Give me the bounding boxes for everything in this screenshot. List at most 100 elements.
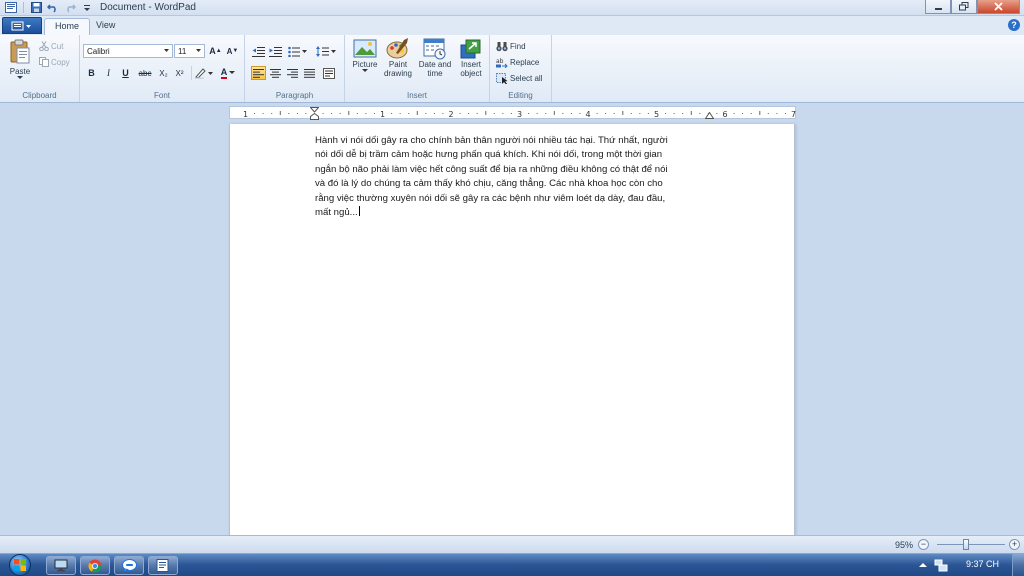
insert-object-button[interactable]: Insert object (454, 38, 488, 78)
show-hidden-icons-chevron-icon[interactable] (919, 562, 927, 568)
text-line: và đó là lý do chúng ta cảm thấy khó chị… (315, 178, 663, 190)
tab-view[interactable]: View (86, 18, 125, 35)
picture-label: Picture (352, 60, 378, 69)
ruler-label: 2 (448, 110, 453, 119)
ruler-tick (528, 113, 530, 114)
ruler-tick (468, 113, 470, 114)
paragraph-settings-button[interactable] (321, 66, 336, 80)
ruler-tick (391, 113, 393, 114)
ruler-tick (596, 113, 598, 114)
date-time-button[interactable]: Date and time (416, 38, 454, 78)
align-right-icon (287, 68, 298, 78)
font-family-select[interactable]: Calibri (83, 44, 173, 58)
superscript-button[interactable]: X² (172, 66, 187, 80)
font-group-label: Font (153, 91, 170, 100)
ruler-tick (776, 113, 778, 114)
line-spacing-button[interactable] (315, 44, 337, 58)
save-icon[interactable] (29, 1, 43, 14)
text-line: mất ngủ... (315, 207, 358, 219)
replace-icon: ab (496, 58, 508, 68)
copy-button[interactable]: Copy (39, 55, 70, 69)
taskbar-zalo-button[interactable] (114, 556, 144, 575)
line-spacing-icon (316, 45, 336, 57)
select-all-button[interactable]: Select all (496, 71, 542, 85)
taskbar-computer-button[interactable] (46, 556, 76, 575)
font-separator (191, 66, 192, 80)
increase-indent-button[interactable] (268, 44, 283, 58)
ruler-tick (647, 113, 649, 114)
left-indent-marker-icon[interactable] (310, 113, 319, 120)
align-left-icon (253, 68, 264, 78)
taskbar-chrome-button[interactable] (80, 556, 110, 575)
taskbar-clock[interactable]: 9:37 CH (966, 559, 999, 569)
ruler-tick (433, 113, 435, 114)
customize-qat-chevron-icon[interactable] (80, 1, 94, 14)
grow-font-button[interactable]: A ▲ (208, 44, 223, 58)
insert-picture-button[interactable]: Picture (348, 38, 382, 73)
start-button[interactable] (4, 554, 36, 576)
taskbar-wordpad-button[interactable] (148, 556, 178, 575)
ruler-tick (271, 113, 273, 114)
text-highlight-button[interactable] (193, 66, 215, 80)
paste-button[interactable]: Paste (6, 39, 34, 80)
restore-button[interactable] (951, 0, 977, 14)
bold-button[interactable]: B (84, 66, 99, 80)
align-center-button[interactable] (268, 66, 283, 80)
grow-font-arrow-icon: ▲ (215, 48, 222, 54)
help-icon[interactable]: ? (1008, 19, 1020, 31)
ruler-tick (331, 113, 333, 114)
align-right-button[interactable] (285, 66, 300, 80)
tab-home[interactable]: Home (44, 18, 91, 35)
justify-button[interactable] (302, 66, 317, 80)
underline-button[interactable]: U (118, 66, 133, 80)
show-desktop-button[interactable] (1012, 554, 1024, 576)
ruler[interactable]: 1 1 2 3 4 5 6 7 (229, 106, 796, 120)
font-size-select[interactable]: 11 (174, 44, 205, 58)
zoom-in-button[interactable]: + (1009, 539, 1020, 550)
wordpad-app-icon[interactable] (4, 1, 18, 14)
ruler-tick (476, 113, 478, 114)
minimize-button[interactable] (925, 0, 951, 14)
italic-button[interactable]: I (101, 66, 116, 80)
ruler-tick (288, 113, 290, 114)
network-icon[interactable] (934, 559, 948, 572)
ruler-tick (502, 113, 504, 114)
decrease-indent-icon (252, 46, 265, 57)
font-size-value: 11 (178, 46, 187, 56)
quick-access-toolbar (0, 1, 94, 14)
ruler-tick (716, 113, 718, 114)
cut-button[interactable]: Cut (39, 39, 63, 53)
close-button[interactable] (977, 0, 1020, 14)
paint-drawing-button[interactable]: Paint drawing (381, 38, 415, 78)
replace-button[interactable]: ab Replace (496, 55, 539, 69)
align-left-button[interactable] (251, 66, 266, 80)
find-button[interactable]: Find (496, 39, 526, 53)
subscript-button[interactable]: X₂ (156, 66, 171, 80)
app-menu-icon (11, 21, 31, 30)
zoom-slider-thumb[interactable] (963, 539, 969, 550)
ruler-tick (254, 113, 256, 114)
redo-icon[interactable] (63, 1, 77, 14)
status-bar: 95% − + (0, 535, 1024, 553)
strikethrough-button[interactable]: abc (136, 66, 154, 80)
bullets-button[interactable] (287, 44, 309, 58)
font-color-button[interactable]: A (217, 66, 239, 80)
restore-icon (959, 2, 969, 11)
close-icon (994, 2, 1003, 11)
ruler-tick (622, 111, 624, 115)
ruler-tick (416, 111, 418, 115)
document-body[interactable]: Hành vi nói dối gây ra cho chính bản thâ… (315, 134, 710, 220)
ruler-tick (545, 113, 547, 114)
zoom-slider-track[interactable] (937, 544, 1005, 545)
document-page[interactable]: Hành vi nói dối gây ra cho chính bản thâ… (229, 124, 795, 536)
undo-icon[interactable] (46, 1, 60, 14)
ruler-label: 3 (517, 110, 522, 119)
decrease-indent-button[interactable] (251, 44, 266, 58)
clipboard-group-label: Clipboard (22, 91, 57, 100)
application-menu-button[interactable] (2, 17, 42, 34)
right-indent-marker-icon[interactable] (705, 112, 714, 120)
ruler-tick (639, 113, 641, 114)
zoom-out-button[interactable]: − (918, 539, 929, 550)
ruler-tick (356, 113, 358, 114)
shrink-font-button[interactable]: A ▼ (225, 44, 240, 58)
